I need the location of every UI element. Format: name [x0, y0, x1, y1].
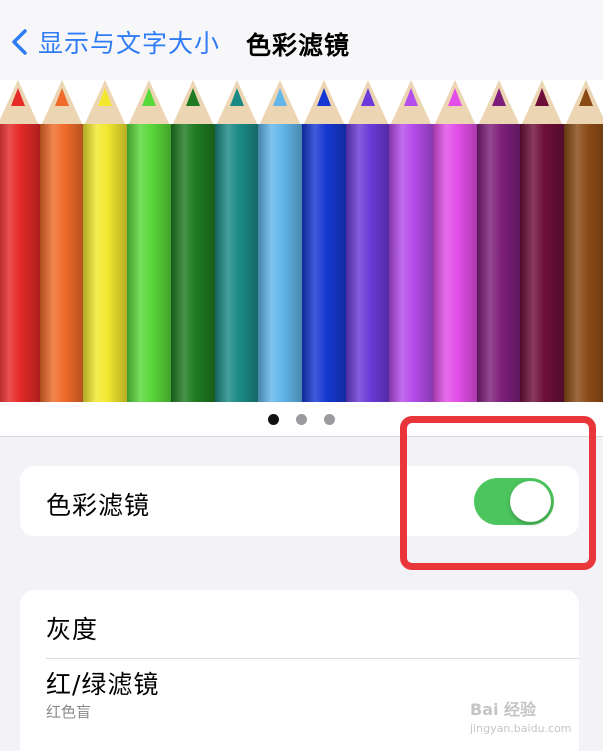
- page-dot-3[interactable]: [324, 413, 335, 425]
- back-button[interactable]: 显示与文字大小: [8, 22, 220, 62]
- pencil-8: [301, 80, 346, 402]
- pencil-tip: [98, 88, 113, 106]
- pencil-tip: [448, 88, 462, 106]
- pencil-shade: [83, 124, 128, 402]
- pencil-2: [39, 80, 84, 402]
- pencil-tip: [229, 88, 244, 106]
- pencil-shade: [564, 124, 603, 402]
- pencil-11: [433, 80, 477, 402]
- pencil-shade: [301, 124, 346, 402]
- pencil-3: [83, 80, 128, 402]
- pencil-13: [520, 80, 565, 402]
- pencil-6: [214, 80, 259, 402]
- pencil-shade: [170, 124, 215, 402]
- highlight-box: [400, 416, 596, 570]
- pencil-9: [345, 80, 390, 402]
- pencil-shade: [520, 124, 565, 402]
- watermark: Bai 经验 jingyan.baidu.com: [470, 696, 572, 735]
- pencil-shade: [476, 124, 521, 402]
- pencil-shade: [389, 124, 434, 402]
- color-filter-preview-image[interactable]: [0, 80, 603, 402]
- pencil-tip: [360, 88, 375, 106]
- pencil-tip: [535, 88, 550, 106]
- chevron-left-icon: [12, 29, 27, 55]
- pencil-shade: [433, 124, 477, 402]
- pencil-tip: [142, 88, 157, 106]
- pencil-tip: [54, 88, 69, 106]
- pencil-12: [476, 80, 521, 402]
- pencil-shade: [127, 124, 172, 402]
- pencil-tip: [273, 88, 288, 106]
- pencil-shade: [258, 124, 303, 402]
- pencil-tip: [11, 88, 25, 106]
- pencil-tip: [316, 88, 331, 106]
- filter-option-grayscale[interactable]: 灰度: [20, 590, 579, 658]
- navigation-bar: 显示与文字大小 色彩滤镜: [0, 0, 603, 80]
- pencil-shade: [0, 124, 40, 402]
- filter-option-label: 灰度: [46, 615, 99, 644]
- pencil-tip: [579, 88, 594, 106]
- filter-option-subtitle: 红色盲: [46, 703, 92, 721]
- watermark-brand: Bai 经验: [470, 700, 537, 719]
- page-title: 色彩滤镜: [246, 31, 351, 60]
- watermark-url: jingyan.baidu.com: [470, 722, 572, 735]
- pencil-4: [127, 80, 172, 402]
- pencil-14: [564, 80, 603, 402]
- pencil-tip: [185, 88, 200, 106]
- back-label: 显示与文字大小: [38, 29, 221, 58]
- pencil-tip: [404, 88, 419, 106]
- page-dot-1[interactable]: [268, 413, 279, 425]
- filter-option-label: 红/绿滤镜: [46, 670, 160, 699]
- pencil-5: [170, 80, 215, 402]
- pencil-shade: [214, 124, 259, 402]
- pencil-1: [0, 80, 40, 402]
- color-filter-label: 色彩滤镜: [46, 491, 151, 520]
- pencil-shade: [345, 124, 390, 402]
- pencil-10: [389, 80, 434, 402]
- pencil-tip: [491, 88, 506, 106]
- pencil-shade: [39, 124, 84, 402]
- page-dot-2[interactable]: [296, 413, 307, 425]
- pencil-7: [258, 80, 303, 402]
